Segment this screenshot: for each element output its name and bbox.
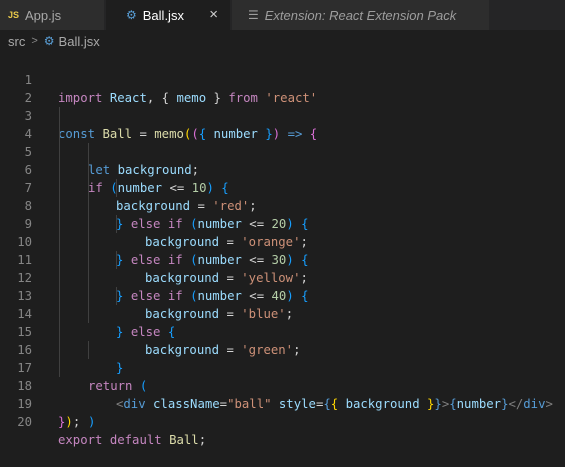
tab-bar: JS App.js ⚙ Ball.jsx × ☰ Extension: Reac… (0, 0, 565, 31)
code-line: 1 import React, { memo } from 'react' (0, 53, 565, 105)
code-line: 18 ) (0, 359, 565, 429)
close-tab-icon[interactable]: × (209, 7, 218, 22)
breadcrumb-folder[interactable]: src (8, 34, 25, 49)
code-line: 12 background = 'blue'; (0, 251, 565, 321)
breadcrumb: src > ⚙ Ball.jsx (0, 30, 565, 52)
code-line: 11 } else if (number <= 40) { (0, 233, 565, 303)
code-line: 9 } else if (number <= 30) { (0, 197, 565, 267)
code-line: 14 background = 'green'; (0, 287, 565, 357)
breadcrumb-separator: > (31, 35, 38, 47)
code-line: 8 background = 'orange'; (0, 179, 565, 249)
code-line: 3 const Ball = memo(({ number }) => { (0, 89, 565, 141)
react-gear-icon: ⚙ (126, 8, 137, 22)
tab-extension-preview[interactable]: ☰ Extension: React Extension Pack (232, 0, 490, 30)
code-line: 7 } else if (number <= 20) { (0, 161, 565, 231)
code-editor[interactable]: 1 import React, { memo } from 'react' 2 … (0, 53, 565, 447)
tab-app-js[interactable]: JS App.js (0, 0, 105, 30)
code-line: 5 if (number <= 10) { (0, 125, 565, 195)
code-line: 13 } else { (0, 269, 565, 339)
code-line: 4 let background; (0, 107, 565, 177)
code-line: 20 export default Ball; (0, 395, 565, 447)
tab-label: App.js (25, 7, 62, 23)
code-line: 2 (0, 71, 565, 105)
react-gear-icon: ⚙ (43, 34, 55, 48)
tab-label: Ball.jsx (142, 7, 184, 23)
code-line: 15 } (0, 305, 565, 375)
code-line: 6 background = 'red'; (0, 143, 565, 213)
tab-label: Extension: React Extension Pack (264, 7, 457, 23)
code-line: 19 }); (0, 377, 565, 429)
breadcrumb-file[interactable]: Ball.jsx (59, 34, 100, 49)
code-line: 17 <div className="ball" style={{ backgr… (0, 341, 565, 411)
preview-icon: ☰ (248, 8, 259, 22)
code-line: 10 background = 'yellow'; (0, 215, 565, 285)
code-line: 16 return ( (0, 323, 565, 393)
tab-ball-jsx[interactable]: ⚙ Ball.jsx × (106, 0, 231, 30)
javascript-file-icon: JS (8, 10, 20, 20)
line-number: 20 (17, 415, 32, 429)
